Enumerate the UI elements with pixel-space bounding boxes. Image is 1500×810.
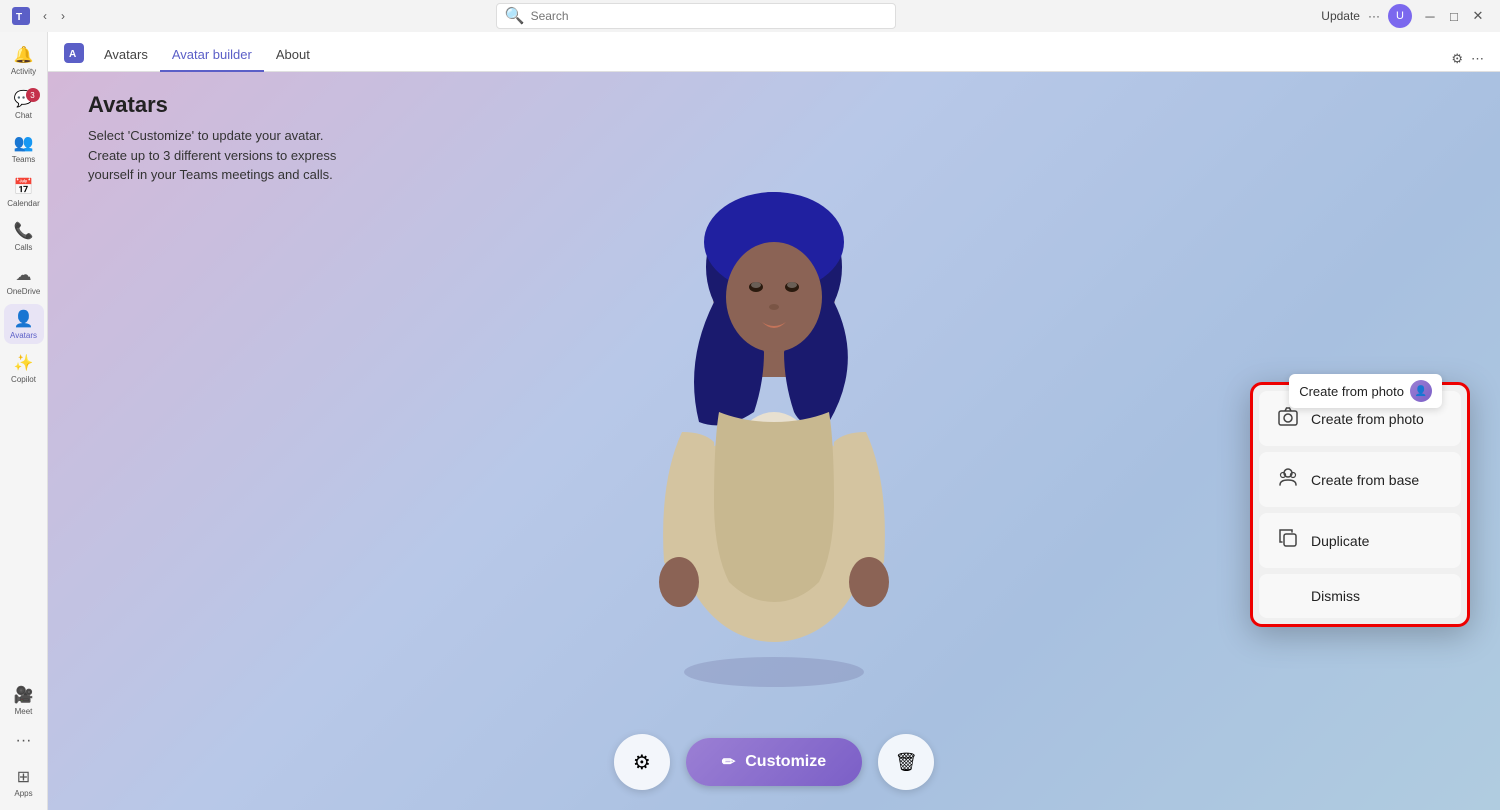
user-avatar[interactable]: U xyxy=(1388,4,1412,28)
app-tab-icon: A xyxy=(64,43,84,63)
customize-button[interactable]: ✏ Customize xyxy=(686,738,862,786)
sidebar-item-meet[interactable]: 🎥 Meet xyxy=(4,680,44,720)
main-content: Avatars Select 'Customize' to update you… xyxy=(48,72,1500,810)
description-line2: Create up to 3 different versions to exp… xyxy=(88,146,336,166)
sidebar-avatars-label: Avatars xyxy=(10,331,37,340)
apps-icon: ⊞ xyxy=(17,767,30,787)
title-bar-left: T ‹ › xyxy=(12,7,70,25)
onedrive-icon: ☁ xyxy=(16,265,32,285)
description-line3: yourself in your Teams meetings and call… xyxy=(88,165,336,185)
search-bar[interactable]: 🔍 xyxy=(496,3,896,29)
content-area: A Avatars Avatar builder About ⚙ ⋯ Avata… xyxy=(48,32,1500,810)
sidebar-chat-label: Chat xyxy=(15,111,32,120)
tab-avatar-builder[interactable]: Avatar builder xyxy=(160,39,264,72)
sidebar-meet-label: Meet xyxy=(15,707,33,716)
tab-bar-icons: ⚙ ⋯ xyxy=(1451,51,1484,67)
copilot-icon: ✨ xyxy=(14,353,34,373)
customize-label: Customize xyxy=(745,753,826,771)
sidebar-teams-label: Teams xyxy=(12,155,36,164)
nav-back-button[interactable]: ‹ xyxy=(38,7,52,25)
tooltip-text: Create from photo xyxy=(1299,384,1404,399)
sidebar-item-avatars[interactable]: 👤 Avatars xyxy=(4,304,44,344)
sidebar-item-teams[interactable]: 👥 Teams xyxy=(4,128,44,168)
sidebar-item-chat[interactable]: 💬 3 Chat xyxy=(4,84,44,124)
more-icon: ··· xyxy=(1368,9,1380,23)
sidebar-onedrive-label: OneDrive xyxy=(7,287,41,296)
sidebar-item-calendar[interactable]: 📅 Calendar xyxy=(4,172,44,212)
tooltip-avatar-chip: 👤 xyxy=(1410,380,1432,402)
camera-icon xyxy=(1277,405,1299,432)
description-line1: Select 'Customize' to update your avatar… xyxy=(88,126,336,146)
app-layout: 🔔 Activity 💬 3 Chat 👥 Teams 📅 Calendar 📞… xyxy=(0,32,1500,810)
page-title: Avatars xyxy=(88,92,336,118)
calendar-icon: 📅 xyxy=(14,177,34,197)
title-bar-nav: ‹ › xyxy=(38,7,70,25)
more-apps-button[interactable]: ··· xyxy=(8,724,40,758)
avatars-icon: 👤 xyxy=(14,309,34,329)
menu-item-dismiss[interactable]: Dismiss xyxy=(1259,574,1461,618)
svg-text:T: T xyxy=(16,12,22,23)
sidebar-copilot-label: Copilot xyxy=(11,375,36,384)
menu-item-create-from-photo-label: Create from photo xyxy=(1311,411,1424,427)
teams-logo-icon: T xyxy=(12,7,30,25)
delete-button[interactable]: 🗑 xyxy=(878,734,934,790)
menu-item-dismiss-label: Dismiss xyxy=(1311,588,1360,604)
sidebar-calendar-label: Calendar xyxy=(7,199,39,208)
menu-item-create-from-base-label: Create from base xyxy=(1311,472,1419,488)
avatar-svg xyxy=(614,102,934,702)
settings-button[interactable]: ⚙ xyxy=(614,734,670,790)
sidebar-item-copilot[interactable]: ✨ Copilot xyxy=(4,348,44,388)
duplicate-icon xyxy=(1277,527,1299,554)
tab-about-label: About xyxy=(276,47,310,62)
update-label: Update xyxy=(1321,9,1360,23)
sidebar-item-activity[interactable]: 🔔 Activity xyxy=(4,40,44,80)
tab-bar: A Avatars Avatar builder About ⚙ ⋯ xyxy=(48,32,1500,72)
minimize-button[interactable]: ─ xyxy=(1420,6,1440,26)
bottom-bar: ⚙ ✏ Customize 🗑 xyxy=(48,734,1500,790)
sidebar-item-onedrive[interactable]: ☁ OneDrive xyxy=(4,260,44,300)
tab-avatars-label: Avatars xyxy=(104,47,148,62)
tab-icon-more[interactable]: ⋯ xyxy=(1471,51,1484,67)
tab-icon-settings[interactable]: ⚙ xyxy=(1451,51,1463,67)
chat-badge: 3 xyxy=(26,88,40,102)
calls-icon: 📞 xyxy=(14,221,34,241)
sidebar-item-apps[interactable]: ⊞ Apps xyxy=(4,762,44,802)
context-menu: Create from photo Create from base xyxy=(1250,382,1470,627)
svg-text:A: A xyxy=(69,49,76,60)
menu-item-duplicate-label: Duplicate xyxy=(1311,533,1369,549)
tab-about[interactable]: About xyxy=(264,39,322,72)
context-menu-tooltip: Create from photo 👤 xyxy=(1289,374,1442,408)
sidebar: 🔔 Activity 💬 3 Chat 👥 Teams 📅 Calendar 📞… xyxy=(0,32,48,810)
search-icon: 🔍 xyxy=(505,6,525,26)
page-description: Select 'Customize' to update your avatar… xyxy=(88,126,336,185)
title-bar-right: Update ··· U ─ □ ✕ xyxy=(1321,4,1488,28)
maximize-button[interactable]: □ xyxy=(1444,6,1464,26)
tab-avatars[interactable]: Avatars xyxy=(92,39,160,72)
menu-item-create-from-base[interactable]: Create from base xyxy=(1259,452,1461,507)
activity-icon: 🔔 xyxy=(14,45,34,65)
delete-icon: 🗑 xyxy=(895,752,918,773)
settings-icon: ⚙ xyxy=(633,750,651,775)
tab-avatar-builder-label: Avatar builder xyxy=(172,47,252,62)
title-bar: T ‹ › 🔍 Update ··· U ─ □ ✕ xyxy=(0,0,1500,32)
search-input[interactable] xyxy=(531,9,887,23)
sidebar-item-label: Activity xyxy=(11,67,36,76)
sidebar-item-calls[interactable]: 📞 Calls xyxy=(4,216,44,256)
page-header: Avatars Select 'Customize' to update you… xyxy=(88,92,336,185)
sidebar-calls-label: Calls xyxy=(15,243,33,252)
nav-forward-button[interactable]: › xyxy=(56,7,70,25)
sidebar-apps-label: Apps xyxy=(14,789,32,798)
pencil-icon: ✏ xyxy=(722,752,735,772)
avatar-figure xyxy=(614,102,934,702)
base-avatar-icon xyxy=(1277,466,1299,493)
close-button[interactable]: ✕ xyxy=(1468,6,1488,26)
menu-item-duplicate[interactable]: Duplicate xyxy=(1259,513,1461,568)
window-controls: ─ □ ✕ xyxy=(1420,6,1488,26)
teams-icon: 👥 xyxy=(14,133,34,153)
meet-icon: 🎥 xyxy=(14,685,34,705)
